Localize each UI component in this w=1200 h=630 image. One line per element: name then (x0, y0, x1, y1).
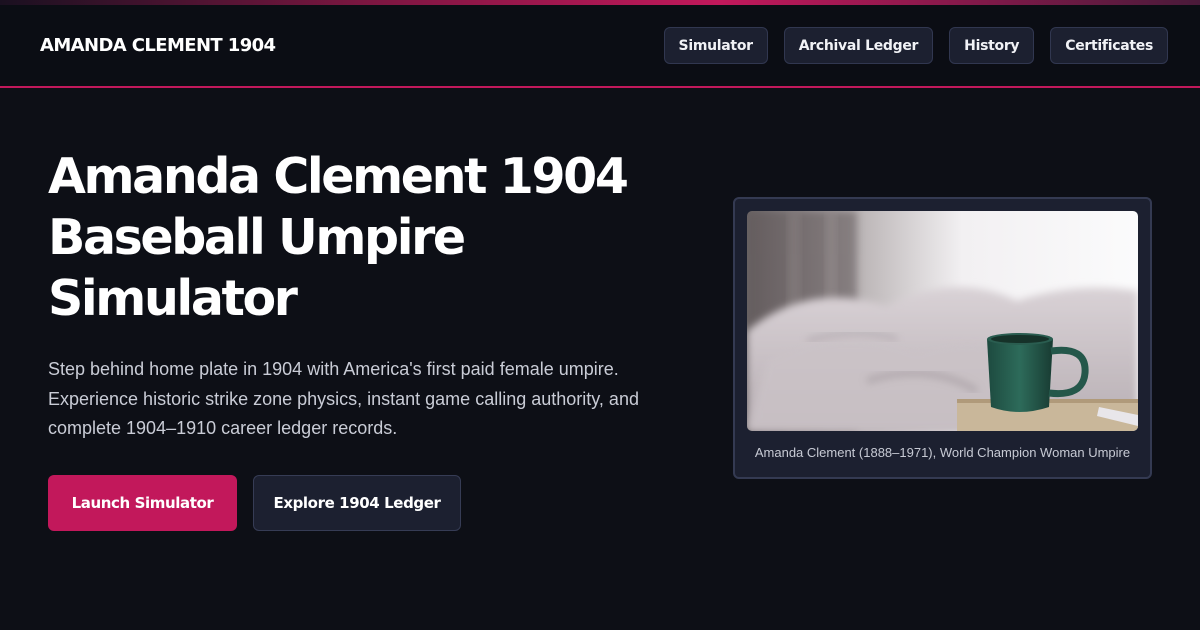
nav-simulator[interactable]: Simulator (663, 27, 768, 64)
nav-archival-ledger[interactable]: Archival Ledger (783, 27, 934, 64)
photo-caption: Amanda Clement (1888–1971), World Champi… (754, 445, 1131, 460)
launch-simulator-button[interactable]: Launch Simulator (48, 475, 237, 531)
site-logo[interactable]: AMANDA CLEMENT 1904 (40, 35, 276, 56)
hero-title-line-2: Baseball Umpire (48, 209, 466, 266)
hero-title-line-1: Amanda Clement 1904 (48, 148, 629, 205)
nav-certificates[interactable]: Certificates (1050, 27, 1168, 64)
hero-title-line-3: Simulator (48, 270, 298, 327)
hero-figure-card: Amanda Clement (1888–1971), World Champi… (733, 197, 1152, 479)
hero-photo (747, 211, 1138, 431)
main-nav: Simulator Archival Ledger History Certif… (663, 27, 1168, 64)
explore-ledger-button[interactable]: Explore 1904 Ledger (253, 475, 461, 531)
hero-actions: Launch Simulator Explore 1904 Ledger (48, 475, 461, 531)
nav-history[interactable]: History (949, 27, 1035, 64)
hero-description: Step behind home plate in 1904 with Amer… (48, 359, 639, 438)
hero-title: Amanda Clement 1904 Baseball Umpire Simu… (48, 146, 668, 329)
site-header: AMANDA CLEMENT 1904 Simulator Archival L… (0, 5, 1200, 88)
